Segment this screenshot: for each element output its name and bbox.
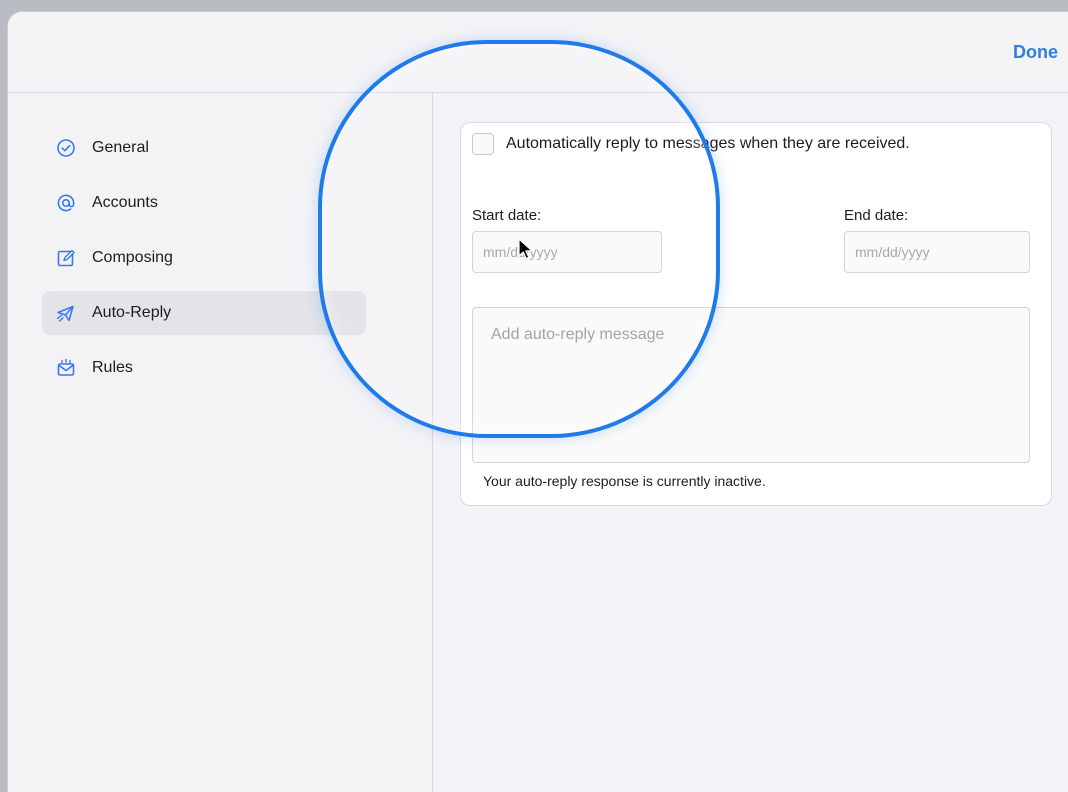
auto-reply-message-input[interactable] (472, 307, 1030, 463)
sidebar: General Accounts Composing Auto-Reply Ru… (8, 93, 433, 792)
sidebar-item-rules[interactable]: Rules (42, 346, 366, 390)
auto-reply-checkbox-label: Automatically reply to messages when the… (506, 135, 910, 152)
sidebar-item-general[interactable]: General (42, 126, 366, 170)
mail-rules-icon (54, 356, 78, 380)
sidebar-item-label: Composing (92, 249, 173, 266)
end-date-label: End date: (844, 207, 909, 224)
sidebar-item-accounts[interactable]: Accounts (42, 181, 366, 225)
sidebar-item-label: Auto-Reply (92, 304, 172, 321)
sidebar-item-label: Accounts (92, 194, 158, 211)
auto-reply-status-text: Your auto-reply response is currently in… (483, 473, 766, 489)
auto-reply-toggle-row: Automatically reply to messages when the… (472, 133, 910, 155)
at-sign-icon (54, 191, 78, 215)
auto-reply-panel: Automatically reply to messages when the… (433, 93, 1068, 792)
sidebar-item-label: General (92, 139, 149, 156)
compose-icon (54, 246, 78, 270)
start-date-input[interactable] (472, 231, 662, 273)
settings-window: Done General Accounts Composing Auto-Rep… (8, 12, 1068, 792)
sidebar-item-auto-reply[interactable]: Auto-Reply (42, 291, 366, 335)
start-date-label: Start date: (472, 207, 542, 224)
airplane-icon (54, 301, 78, 325)
done-button[interactable]: Done (1013, 42, 1058, 63)
auto-reply-checkbox[interactable] (472, 133, 494, 155)
check-circle-icon (54, 136, 78, 160)
auto-reply-card: Automatically reply to messages when the… (460, 122, 1052, 506)
sidebar-item-composing[interactable]: Composing (42, 236, 366, 280)
sidebar-item-label: Rules (92, 359, 133, 376)
window-toolbar: Done (8, 12, 1068, 93)
end-date-input[interactable] (844, 231, 1030, 273)
